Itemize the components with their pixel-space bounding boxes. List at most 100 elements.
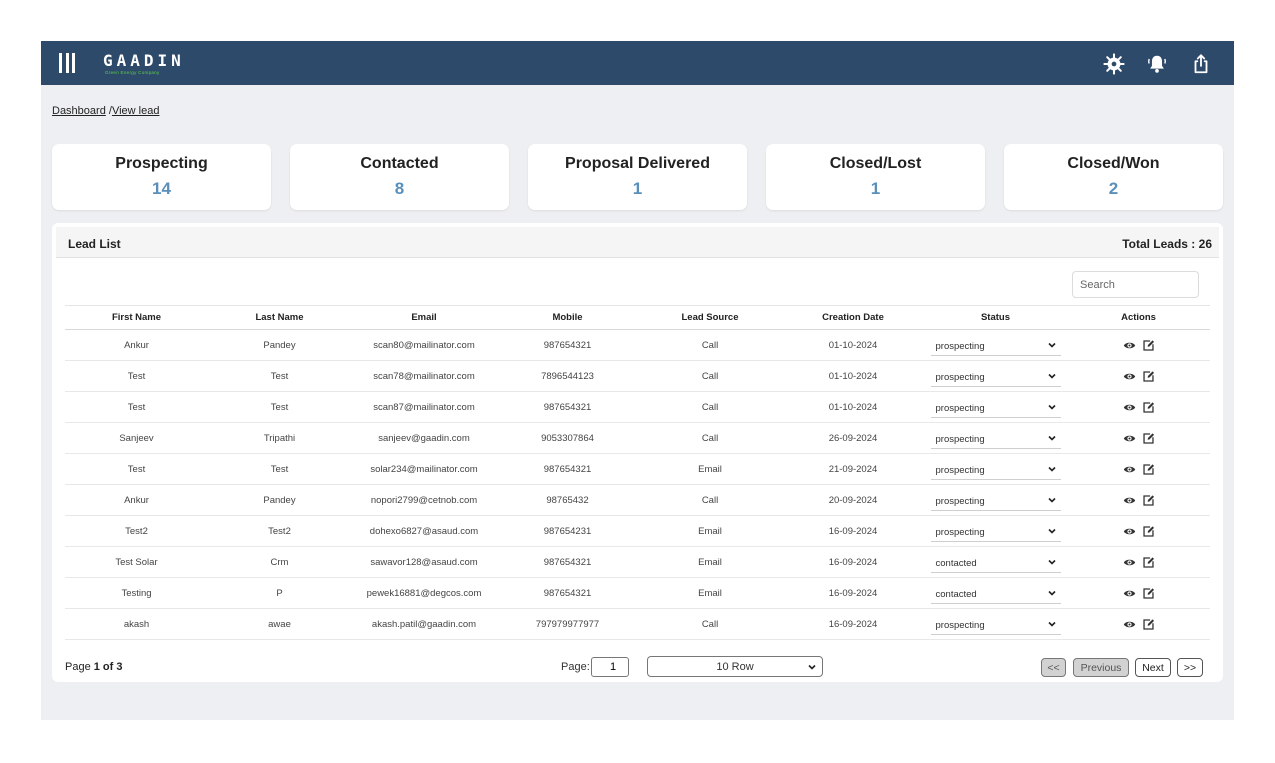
table-header-row: First Name Last Name Email Mobile Lead S… xyxy=(65,305,1210,330)
status-cell: prospecting xyxy=(924,484,1067,516)
view-eye-icon[interactable] xyxy=(1123,618,1136,631)
creation-date-cell: 26-09-2024 xyxy=(782,422,924,454)
mobile-cell: 9053307864 xyxy=(497,422,638,454)
lead-source-cell: Email xyxy=(638,577,782,609)
creation-date-cell: 21-09-2024 xyxy=(782,453,924,485)
chevron-down-icon xyxy=(1047,404,1056,410)
chevron-down-icon xyxy=(1047,373,1056,379)
stat-card-contacted[interactable]: Contacted 8 xyxy=(290,144,509,210)
breadcrumb-view-lead-link[interactable]: View lead xyxy=(112,105,160,117)
first-name-cell: Test xyxy=(65,453,208,485)
menu-icon[interactable] xyxy=(59,53,75,73)
chevron-down-icon xyxy=(1047,590,1056,596)
status-select[interactable]: prospecting xyxy=(930,427,1061,449)
status-select[interactable]: contacted xyxy=(930,551,1061,573)
status-select[interactable]: prospecting xyxy=(930,613,1061,635)
chevron-down-icon xyxy=(808,664,816,670)
status-cell: prospecting xyxy=(924,608,1067,640)
previous-page-button[interactable]: Previous xyxy=(1073,658,1129,677)
status-select[interactable]: prospecting xyxy=(930,365,1061,387)
edit-icon[interactable] xyxy=(1142,339,1155,352)
view-eye-icon[interactable] xyxy=(1123,339,1136,352)
next-page-button[interactable]: Next xyxy=(1135,658,1171,677)
status-select[interactable]: prospecting xyxy=(930,334,1061,356)
status-select[interactable]: prospecting xyxy=(930,489,1061,511)
view-eye-icon[interactable] xyxy=(1123,494,1136,507)
last-name-cell: Tripathi xyxy=(208,422,351,454)
email-cell: sawavor128@asaud.com xyxy=(351,546,497,578)
rows-per-page-select[interactable]: 10 Row xyxy=(647,656,823,677)
stat-value: 1 xyxy=(870,179,881,198)
column-header-status[interactable]: Status xyxy=(924,305,1067,330)
last-page-button[interactable]: >> xyxy=(1177,658,1203,677)
lead-source-cell: Call xyxy=(638,329,782,361)
edit-icon[interactable] xyxy=(1142,432,1155,445)
last-name-cell: Test xyxy=(208,453,351,485)
stat-card-closed-won[interactable]: Closed/Won 2 xyxy=(1004,144,1223,210)
edit-icon[interactable] xyxy=(1142,618,1155,631)
status-cell: prospecting xyxy=(924,329,1067,361)
table-row: Test Test scan78@mailinator.com 7896544123 C… xyxy=(65,360,1210,392)
stat-card-prospecting[interactable]: Prospecting 14 xyxy=(52,144,271,210)
table-row: Testing Ppewek16881@degcos.com 987654321 Em… xyxy=(65,577,1210,609)
view-eye-icon[interactable] xyxy=(1123,525,1136,538)
mobile-cell: 987654321 xyxy=(497,391,638,423)
table-row: Sanjeev Tripathi sanjeev@gaadin.com 9053307… xyxy=(65,422,1210,454)
status-select[interactable]: prospecting xyxy=(930,520,1061,542)
status-value: prospecting xyxy=(935,527,985,538)
edit-icon[interactable] xyxy=(1142,463,1155,476)
chevron-down-icon xyxy=(1047,435,1056,441)
stat-value: 2 xyxy=(1108,179,1119,198)
bell-icon[interactable] xyxy=(1146,53,1168,75)
chevron-down-icon xyxy=(1047,559,1056,565)
edit-icon[interactable] xyxy=(1142,556,1155,569)
status-select[interactable]: contacted xyxy=(930,582,1061,604)
status-select[interactable]: prospecting xyxy=(930,396,1061,418)
mobile-cell: 98765432 xyxy=(497,484,638,516)
page-number-input[interactable] xyxy=(591,657,629,677)
chevron-down-icon xyxy=(1047,528,1056,534)
view-eye-icon[interactable] xyxy=(1123,432,1136,445)
first-name-cell: Testing xyxy=(65,577,208,609)
creation-date-cell: 16-09-2024 xyxy=(782,515,924,547)
page-prefix: Page xyxy=(65,661,94,673)
edit-icon[interactable] xyxy=(1142,494,1155,507)
column-header-last-name[interactable]: Last Name xyxy=(208,305,351,330)
first-name-cell: akash xyxy=(65,608,208,640)
status-value: prospecting xyxy=(935,620,985,631)
column-header-creation-date[interactable]: Creation Date xyxy=(782,305,924,330)
edit-icon[interactable] xyxy=(1142,525,1155,538)
share-icon[interactable] xyxy=(1190,53,1212,75)
lead-source-cell: Call xyxy=(638,360,782,392)
creation-date-cell: 20-09-2024 xyxy=(782,484,924,516)
search-input[interactable] xyxy=(1072,271,1199,298)
first-page-button[interactable]: << xyxy=(1041,658,1066,677)
view-eye-icon[interactable] xyxy=(1123,587,1136,600)
column-header-mobile[interactable]: Mobile xyxy=(497,305,638,330)
column-header-lead-source[interactable]: Lead Source xyxy=(638,305,782,330)
view-eye-icon[interactable] xyxy=(1123,370,1136,383)
email-cell: scan78@mailinator.com xyxy=(351,360,497,392)
brand-logo[interactable]: GAADIN Green Energy Company xyxy=(103,53,185,76)
status-select[interactable]: prospecting xyxy=(930,458,1061,480)
view-eye-icon[interactable] xyxy=(1123,556,1136,569)
stat-card-proposal-delivered[interactable]: Proposal Delivered 1 xyxy=(528,144,747,210)
last-name-cell: Test2 xyxy=(208,515,351,547)
creation-date-cell: 16-09-2024 xyxy=(782,608,924,640)
breadcrumb-dashboard-link[interactable]: Dashboard xyxy=(52,105,106,117)
edit-icon[interactable] xyxy=(1142,587,1155,600)
view-eye-icon[interactable] xyxy=(1123,401,1136,414)
gear-icon[interactable] xyxy=(1103,53,1125,75)
app-window: GAADIN Green Energy Company Dashboard /V… xyxy=(41,41,1234,720)
logo-tagline: Green Energy Company xyxy=(105,70,160,75)
edit-icon[interactable] xyxy=(1142,370,1155,383)
column-header-email[interactable]: Email xyxy=(351,305,497,330)
lead-source-cell: Call xyxy=(638,391,782,423)
view-eye-icon[interactable] xyxy=(1123,463,1136,476)
last-name-cell: awae xyxy=(208,608,351,640)
stat-card-closed-lost[interactable]: Closed/Lost 1 xyxy=(766,144,985,210)
last-name-cell: P xyxy=(208,577,351,609)
edit-icon[interactable] xyxy=(1142,401,1155,414)
last-name-cell: Test xyxy=(208,391,351,423)
column-header-first-name[interactable]: First Name xyxy=(65,305,208,330)
